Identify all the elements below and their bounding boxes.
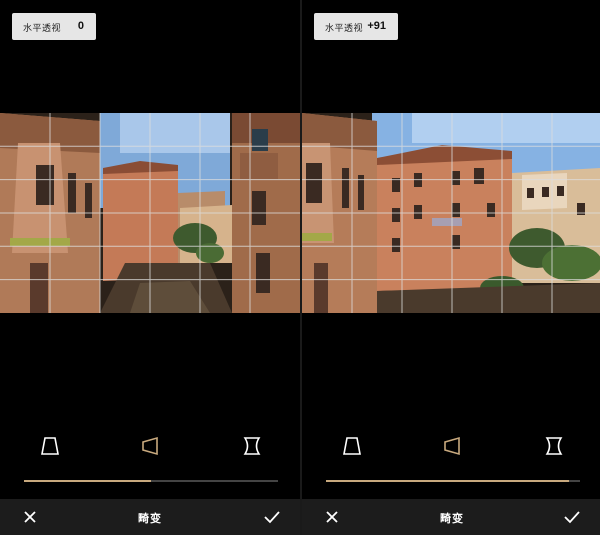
editor-panel-right: 水平透视 +91 畸变 — [302, 0, 600, 535]
hourglass-icon[interactable] — [542, 435, 566, 457]
adjustment-value: +91 — [367, 20, 386, 32]
hourglass-icon[interactable] — [240, 435, 264, 457]
strength-slider[interactable] — [24, 477, 278, 487]
check-icon[interactable] — [254, 499, 290, 535]
trapezoid-horizontal-icon[interactable] — [138, 435, 162, 457]
slider-fill — [326, 480, 569, 482]
photo-preview[interactable] — [302, 113, 600, 313]
bottom-bar: 畸变 — [302, 499, 600, 535]
strength-slider[interactable] — [326, 477, 580, 487]
grid-overlay — [302, 113, 600, 313]
adjustment-label: 水平透视 — [325, 23, 364, 33]
adjustment-label: 水平透视 — [23, 23, 62, 33]
grid-overlay — [0, 113, 300, 313]
slider-fill — [24, 480, 151, 482]
editor-panel-left: 水平透视 0 畸变 — [0, 0, 300, 535]
bottom-bar: 畸变 — [0, 499, 300, 535]
adjustment-badge: 水平透视 +91 — [314, 13, 398, 40]
adjustment-value: 0 — [77, 20, 84, 32]
trapezoid-vertical-icon[interactable] — [340, 435, 364, 457]
check-icon[interactable] — [554, 499, 590, 535]
trapezoid-vertical-icon[interactable] — [38, 435, 62, 457]
adjustment-badge: 水平透视 0 — [12, 13, 96, 40]
photo-preview[interactable] — [0, 113, 300, 313]
trapezoid-horizontal-icon[interactable] — [440, 435, 464, 457]
transform-tools — [302, 435, 600, 459]
transform-tools — [0, 435, 300, 459]
